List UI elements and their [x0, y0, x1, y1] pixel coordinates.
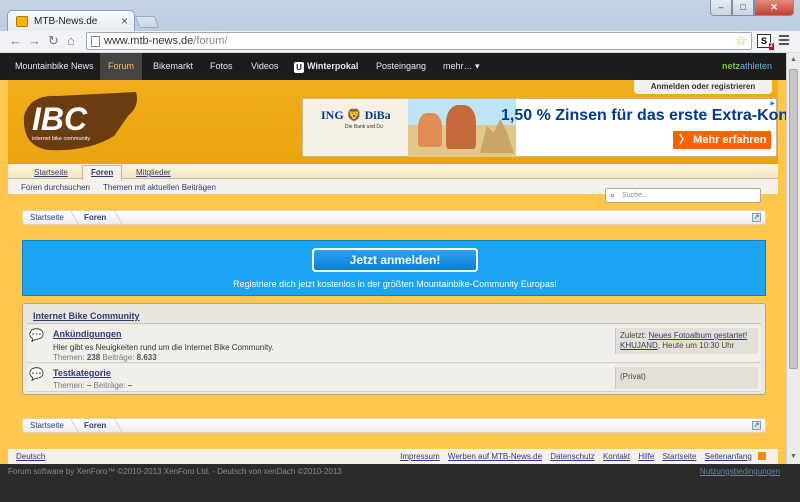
- forum-read-icon: 💬: [29, 367, 44, 381]
- language-chooser[interactable]: Deutsch: [16, 452, 45, 461]
- breadcrumb-current[interactable]: Foren: [84, 421, 106, 430]
- sub-links: Foren durchsuchen Themen mit aktuellen B…: [21, 183, 227, 192]
- node-title[interactable]: Testkategorie: [53, 368, 111, 378]
- nav-forum[interactable]: Forum: [100, 53, 143, 80]
- forum-node-ankuendigungen: 💬 Ankündigungen Hier gibt es Neuigkeiten…: [27, 325, 761, 363]
- browser-tab[interactable]: MTB-News.de ×: [7, 10, 135, 32]
- ingdiba-logo: ING 🦁 DiBa: [321, 108, 391, 122]
- forward-icon[interactable]: →: [28, 34, 41, 48]
- node-stats: Themen: 238 Beiträge: 8.633: [53, 353, 157, 362]
- breadcrumb-home[interactable]: Startseite: [30, 421, 64, 430]
- forum-category: Internet Bike Community 💬 Ankündigungen …: [22, 303, 766, 395]
- nav-videos[interactable]: Videos: [243, 53, 286, 80]
- page-viewport: Mountainbike News Forum Bikemarkt Fotos …: [0, 53, 786, 464]
- ibc-logo[interactable]: IBC internet bike community: [18, 86, 143, 156]
- footer-link-seitenanfang[interactable]: Seitenanfang: [705, 452, 752, 461]
- nav-winterpokal[interactable]: U Winterpokal: [286, 53, 366, 80]
- footer-link-hilfe[interactable]: Hilfe: [638, 452, 654, 461]
- ad-cta-button[interactable]: 〉 Mehr erfahren: [673, 131, 771, 149]
- minimize-icon[interactable]: –: [710, 0, 732, 16]
- register-banner-text: Registriere dich jetzt kostenlos in der …: [233, 279, 557, 289]
- bookmark-star-icon[interactable]: ☆: [735, 33, 747, 49]
- site-top-nav: Mountainbike News Forum Bikemarkt Fotos …: [0, 53, 786, 80]
- adchoices-icon[interactable]: ▶: [770, 100, 775, 107]
- tab-close-icon[interactable]: ×: [121, 14, 128, 28]
- nav-mountainbike-news[interactable]: Mountainbike News: [7, 53, 102, 80]
- node-last-post: (Privat): [615, 367, 758, 389]
- category-title[interactable]: Internet Bike Community: [33, 311, 140, 321]
- footer-link-datenschutz[interactable]: Datenschutz: [550, 452, 594, 461]
- node-description: Hier gibt es Neuigkeiten rund um die Int…: [53, 343, 274, 352]
- scroll-down-icon[interactable]: ▼: [787, 450, 800, 464]
- tab-title: MTB-News.de: [34, 16, 98, 27]
- netzathleten-logo[interactable]: netzathleten: [722, 61, 772, 71]
- search-input[interactable]: ⌕ Suche...: [605, 188, 761, 203]
- section-tabs: Startseite Foren Mitglieder: [8, 164, 778, 180]
- breadcrumb-bottom: Startseite Foren ↗: [22, 418, 766, 433]
- footer-links: Impressum Werben auf MTB-News.de Datensc…: [394, 452, 766, 461]
- link-foren-durchsuchen[interactable]: Foren durchsuchen: [21, 183, 90, 192]
- breadcrumb-home[interactable]: Startseite: [30, 213, 64, 222]
- register-banner: Jetzt anmelden! Registriere dich jetzt k…: [22, 240, 766, 296]
- ingdiba-ad-banner[interactable]: ING 🦁 DiBa Die Bank und Du 1,50 % Zinsen…: [302, 98, 786, 157]
- search-icon: ⌕: [610, 190, 616, 200]
- tab-startseite[interactable]: Startseite: [26, 166, 76, 179]
- ad-headline: 1,50 % Zinsen für das erste Extra-Konto: [501, 107, 786, 124]
- ad-photo: [408, 99, 516, 157]
- page-icon: [91, 36, 100, 47]
- footer-link-impressum[interactable]: Impressum: [400, 452, 440, 461]
- ad-tagline: Die Bank und Du: [345, 124, 383, 130]
- tab-mitglieder[interactable]: Mitglieder: [128, 166, 179, 179]
- tab-foren[interactable]: Foren: [82, 165, 123, 180]
- link-aktuelle-themen[interactable]: Themen mit aktuellen Beiträgen: [103, 183, 216, 192]
- node-stats: Themen: – Beiträge: –: [53, 381, 133, 390]
- home-icon[interactable]: ⌂: [67, 34, 75, 48]
- window-controls: – □ ✕: [710, 0, 794, 16]
- maximize-icon[interactable]: □: [732, 0, 754, 16]
- address-bar[interactable]: www.mtb-news.de/forum/ ☆: [86, 32, 752, 50]
- scroll-up-icon[interactable]: ▲: [787, 53, 800, 67]
- page-scrollbar[interactable]: ▲ ▼: [786, 53, 800, 464]
- nav-posteingang[interactable]: Posteingang: [368, 53, 434, 80]
- forum-read-icon: 💬: [29, 328, 44, 342]
- site-header: Anmelden oder registrieren IBC internet …: [8, 80, 786, 164]
- svg-text:internet bike community: internet bike community: [32, 136, 90, 142]
- legal-footer: Forum software by XenForo™ ©2010-2013 Xe…: [0, 464, 800, 502]
- nav-more[interactable]: mehr… ▾: [435, 53, 488, 80]
- reload-icon[interactable]: ↻: [48, 34, 59, 48]
- rss-icon[interactable]: [758, 452, 766, 460]
- last-thread-link[interactable]: Neues Fotoalbum gestartet!: [648, 331, 747, 340]
- last-user-link[interactable]: KHUJAND: [620, 341, 658, 350]
- node-title[interactable]: Ankündigungen: [53, 329, 122, 339]
- breadcrumb: Startseite Foren ↗: [22, 210, 766, 225]
- url-text: www.mtb-news.de/forum/: [104, 35, 228, 47]
- back-icon[interactable]: ←: [9, 34, 22, 48]
- nav-bikemarkt[interactable]: Bikemarkt: [145, 53, 201, 80]
- browser-menu-icon[interactable]: [779, 35, 789, 47]
- window-close-icon[interactable]: ✕: [754, 0, 794, 16]
- extension-icon[interactable]: S2: [757, 34, 774, 50]
- lion-icon: 🦁: [346, 108, 362, 122]
- jump-to-icon[interactable]: ↗: [752, 213, 761, 222]
- new-tab-button[interactable]: [134, 16, 160, 28]
- node-last-post: Zuletzt: Neues Fotoalbum gestartet! KHUJ…: [615, 328, 758, 354]
- register-now-button[interactable]: Jetzt anmelden!: [312, 248, 478, 272]
- copyright-text: Forum software by XenForo™ ©2010-2013 Xe…: [8, 467, 342, 476]
- breadcrumb-current[interactable]: Foren: [84, 213, 106, 222]
- search-placeholder: Suche...: [622, 192, 648, 199]
- footer-link-kontakt[interactable]: Kontakt: [603, 452, 630, 461]
- site-footer: Deutsch Impressum Werben auf MTB-News.de…: [8, 449, 778, 464]
- footer-link-startseite[interactable]: Startseite: [663, 452, 697, 461]
- extension-badge: 2: [768, 43, 774, 50]
- scroll-thumb[interactable]: [789, 69, 798, 369]
- winterpokal-icon: U: [294, 62, 304, 73]
- svg-text:IBC: IBC: [32, 101, 88, 137]
- favicon-icon: [16, 16, 28, 27]
- forum-node-testkategorie: 💬 Testkategorie Themen: – Beiträge: – (P…: [27, 364, 761, 392]
- footer-link-werben[interactable]: Werben auf MTB-News.de: [448, 452, 542, 461]
- login-register-button[interactable]: Anmelden oder registrieren: [634, 80, 772, 94]
- nav-fotos[interactable]: Fotos: [202, 53, 241, 80]
- terms-link[interactable]: Nutzungsbedingungen: [700, 467, 780, 476]
- jump-to-icon[interactable]: ↗: [752, 421, 761, 430]
